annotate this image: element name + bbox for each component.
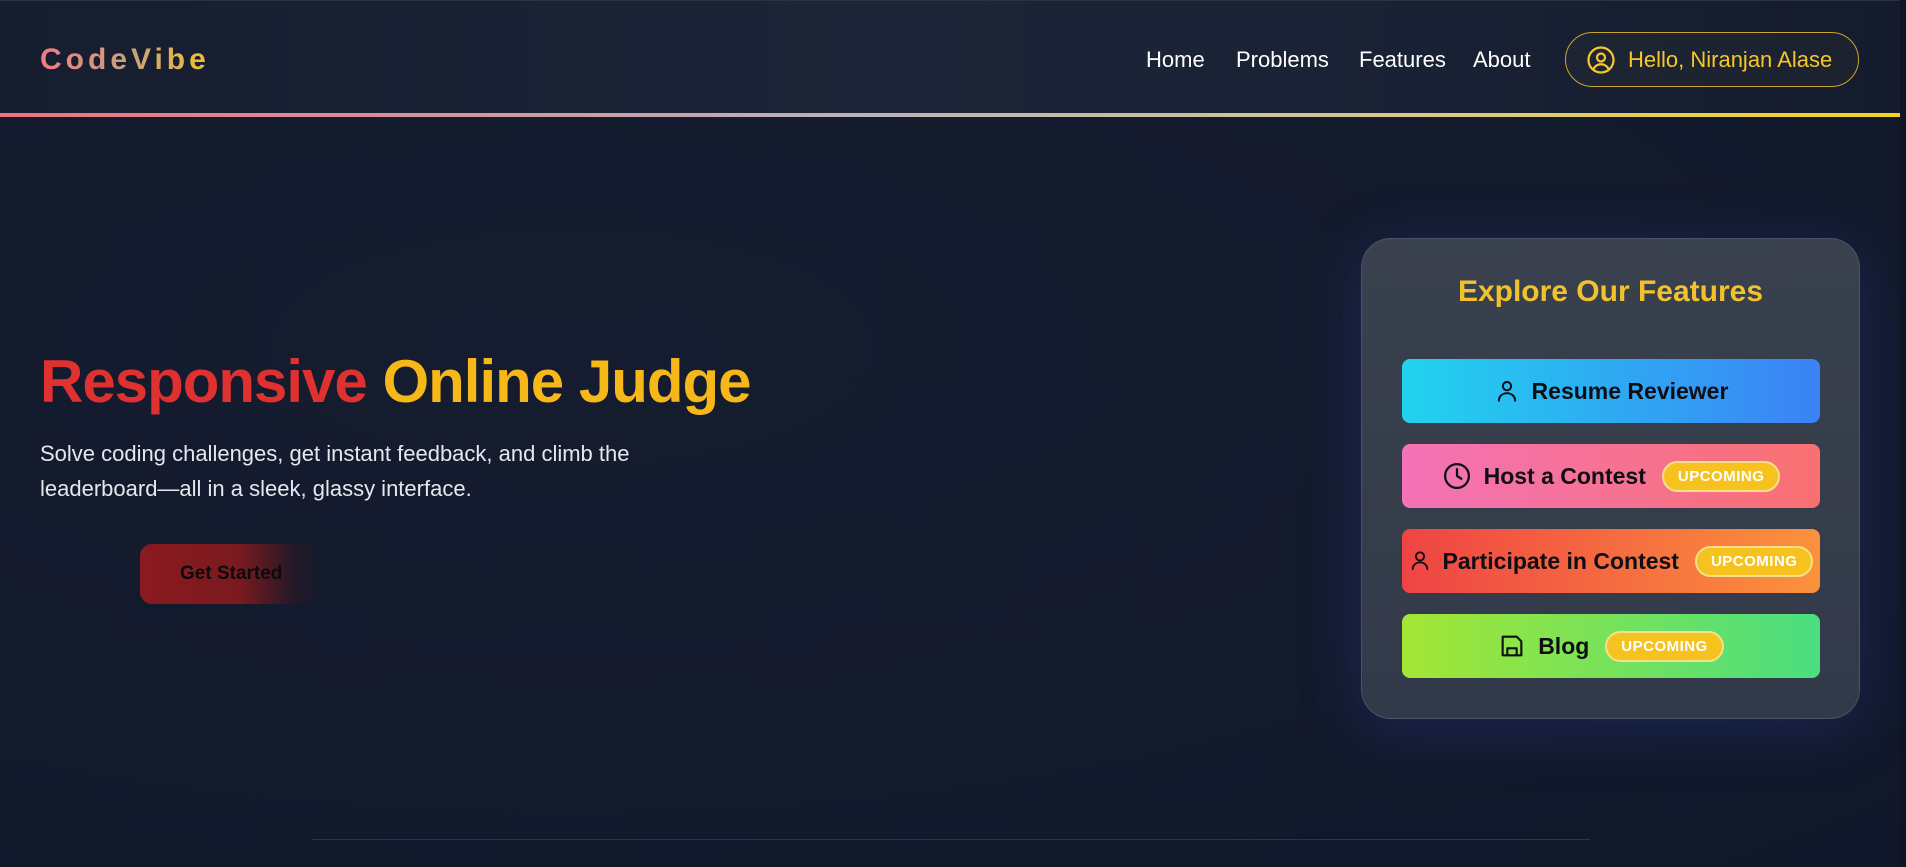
user-greeting: Hello, Niranjan Alase [1628, 46, 1833, 72]
upcoming-badge: UPCOMING [1694, 545, 1814, 577]
blog-button[interactable]: Blog UPCOMING [1402, 614, 1820, 678]
upcoming-badge: UPCOMING [1661, 460, 1781, 492]
section-divider [312, 839, 1590, 840]
header: CodeVibe Home Problems Features About He… [0, 0, 1900, 116]
user-profile-button[interactable]: Hello, Niranjan Alase [1565, 32, 1859, 87]
hero-title-part1: Responsive [40, 348, 368, 415]
features-title: Explore Our Features [1457, 275, 1764, 308]
features-card: Explore Our Features Resume Reviewer Hos… [1361, 238, 1860, 719]
host-contest-label: Host a Contest [1483, 462, 1646, 489]
page: CodeVibe Home Problems Features About He… [0, 0, 1906, 867]
hero-title: Responsive Online Judge [40, 352, 752, 412]
user-circle-icon [1587, 45, 1615, 74]
nav-features[interactable]: Features [1359, 47, 1446, 73]
nav-home[interactable]: Home [1146, 47, 1205, 73]
person-icon [1411, 551, 1428, 571]
user-icon [1497, 381, 1516, 402]
resume-reviewer-label: Resume Reviewer [1531, 377, 1729, 404]
hero-title-part2: Online Judge [382, 348, 751, 415]
clock-icon [1443, 463, 1470, 489]
nav-problems[interactable]: Problems [1236, 47, 1329, 73]
upcoming-badge: UPCOMING [1605, 630, 1724, 662]
participate-contest-label: Participate in Contest [1442, 547, 1679, 574]
get-started-button[interactable]: Get Started [140, 544, 320, 604]
logo[interactable]: CodeVibe [40, 43, 210, 77]
resume-reviewer-button[interactable]: Resume Reviewer [1402, 359, 1820, 423]
blog-label: Blog [1538, 632, 1590, 659]
nav-about[interactable]: About [1473, 47, 1531, 73]
host-contest-button[interactable]: Host a Contest UPCOMING [1402, 444, 1820, 508]
save-icon [1501, 635, 1523, 657]
scrollbar-track[interactable] [1900, 0, 1906, 867]
header-accent-line [0, 113, 1900, 117]
participate-contest-button[interactable]: Participate in Contest UPCOMING [1402, 529, 1820, 593]
hero-description: Solve coding challenges, get instant fee… [40, 441, 630, 501]
